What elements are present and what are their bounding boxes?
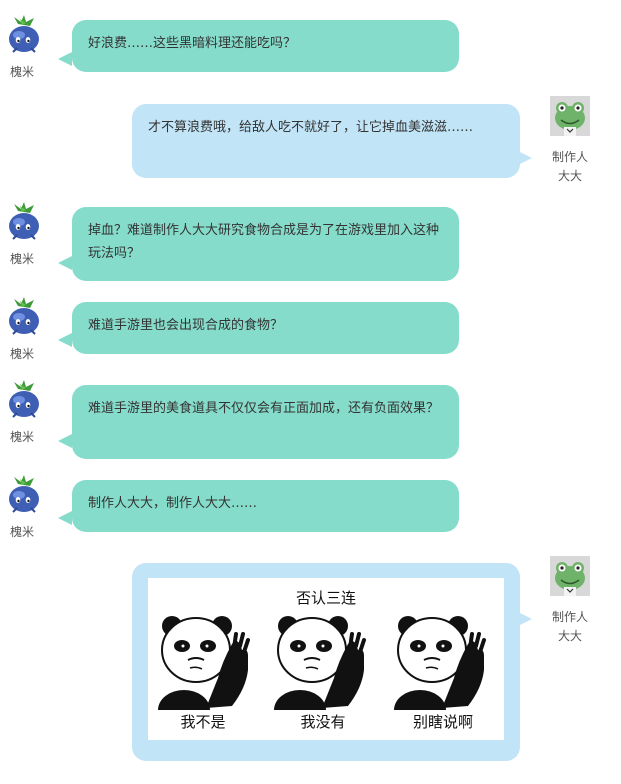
blueberry-sprout-icon[interactable] xyxy=(4,202,44,242)
sender-name-line: 制作人 xyxy=(551,150,588,164)
message-bubble[interactable]: 掉血？难道制作人大大研究食物合成是为了在游戏里加入这种玩法吗？ xyxy=(72,207,459,281)
sender-name-line: 大大 xyxy=(557,629,582,643)
panda-meme-icon xyxy=(392,614,492,710)
sender-name: 制作人 大大 xyxy=(540,148,600,186)
sender-name: 槐米 xyxy=(9,65,34,79)
meme-title: 否认三连 xyxy=(295,589,356,607)
bubble-tail xyxy=(518,151,532,165)
meme-caption: 别瞎说啊 xyxy=(412,713,473,731)
frog-icon[interactable] xyxy=(550,96,590,136)
blueberry-sprout-icon[interactable] xyxy=(4,380,44,420)
message-bubble[interactable]: 好浪费……这些黑暗料理还能吃吗？ xyxy=(72,20,459,72)
meme-caption: 我没有 xyxy=(300,713,346,731)
sender-name: 槐米 xyxy=(9,347,34,361)
blueberry-sprout-icon[interactable] xyxy=(4,297,44,337)
bubble-tail xyxy=(58,511,72,525)
message-bubble[interactable]: 制作人大大，制作人大大…… xyxy=(72,480,459,532)
message-bubble[interactable]: 才不算浪费哦，给敌人吃不就好了，让它掉血美滋滋…… xyxy=(132,104,520,178)
sender-name: 槐米 xyxy=(9,430,34,444)
bubble-tail xyxy=(58,434,72,448)
message-bubble[interactable]: 难道手游里的美食道具不仅仅会有正面加成，还有负面效果？ xyxy=(72,385,459,459)
message-bubble[interactable]: 难道手游里也会出现合成的食物？ xyxy=(72,302,459,354)
frog-icon[interactable] xyxy=(550,556,590,596)
sender-name: 制作人 大大 xyxy=(540,608,600,646)
blueberry-sprout-icon[interactable] xyxy=(4,15,44,55)
bubble-tail xyxy=(518,612,532,626)
meme-caption: 我不是 xyxy=(180,713,226,731)
panda-meme-icon xyxy=(156,614,256,710)
sender-name-line: 制作人 xyxy=(551,610,588,624)
bubble-tail xyxy=(58,256,72,270)
sender-name: 槐米 xyxy=(9,252,34,266)
sender-name: 槐米 xyxy=(9,525,34,539)
panda-meme-icon xyxy=(272,614,372,710)
meme-image[interactable]: 否认三连 我不是 我没有 别瞎说啊 xyxy=(148,578,504,740)
bubble-tail xyxy=(58,52,72,66)
blueberry-sprout-icon[interactable] xyxy=(4,475,44,515)
bubble-tail xyxy=(58,333,72,347)
sender-name-line: 大大 xyxy=(557,169,582,183)
